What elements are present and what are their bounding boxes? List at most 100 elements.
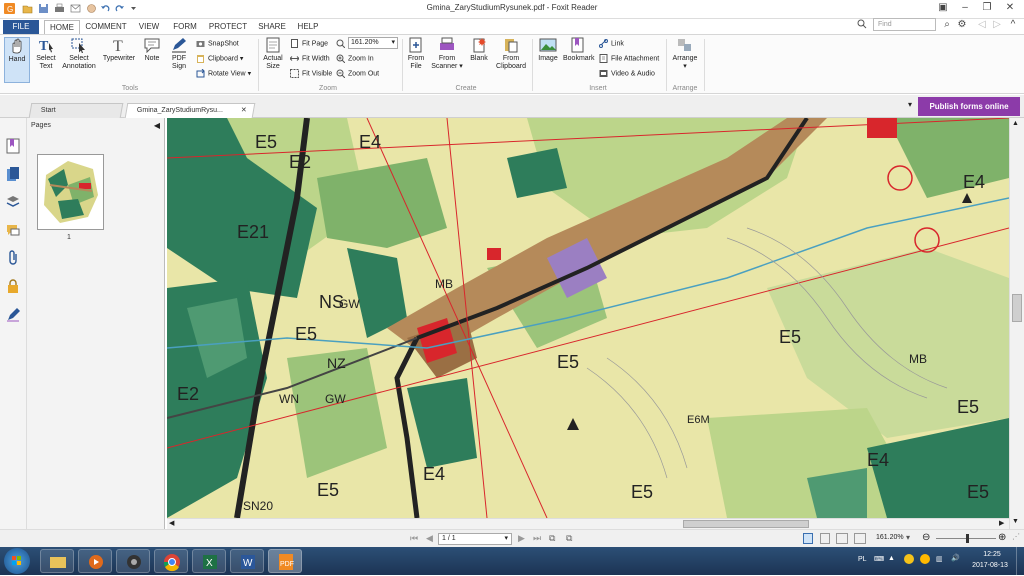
media-player-taskbar-icon[interactable] [78, 549, 112, 573]
keyboard-icon[interactable]: ⌨ [874, 555, 884, 563]
from-scanner-button[interactable]: From Scanner ▾ [430, 37, 464, 71]
word-taskbar-icon[interactable]: W [230, 549, 264, 573]
fit-width-button[interactable]: Fit Width [289, 54, 330, 63]
image-button[interactable]: Image [535, 37, 561, 63]
tray-app-icon[interactable] [920, 554, 930, 564]
from-clipboard-button[interactable]: From Clipboard [494, 37, 528, 71]
zoom-slider-thumb[interactable] [966, 534, 969, 543]
network-icon[interactable]: ▥ [936, 555, 943, 563]
close-button[interactable]: ✕ [1003, 2, 1017, 15]
tab-home[interactable]: HOME [44, 20, 80, 34]
facing-view-icon[interactable] [836, 533, 848, 544]
pdf-sign-button[interactable]: PDF Sign [166, 37, 192, 71]
actual-size-button[interactable]: Actual Size [261, 37, 285, 71]
close-tab-icon[interactable]: ✕ [241, 104, 247, 118]
collapse-panel-icon[interactable]: ◀ [154, 121, 160, 130]
horizontal-scrollbar[interactable]: ◀ ▶ [167, 518, 1009, 529]
publish-forms-button[interactable]: Publish forms online [918, 97, 1020, 116]
from-file-button[interactable]: From File [404, 37, 428, 71]
start-button[interactable] [4, 548, 30, 574]
tab-document[interactable]: Gmina_ZaryStudiumRysu... ✕ [124, 103, 256, 118]
zoom-out-circle-icon[interactable]: ⊖ [922, 532, 930, 543]
scroll-down-icon[interactable]: ▼ [1012, 518, 1019, 525]
zoom-in-circle-icon[interactable]: ⊕ [998, 532, 1006, 543]
note-button[interactable]: Note [140, 37, 164, 63]
explorer-taskbar-icon[interactable] [40, 549, 74, 573]
vertical-scroll-thumb[interactable] [1012, 294, 1022, 322]
continuous-view-icon[interactable] [820, 533, 830, 544]
minimize-button[interactable]: – [958, 2, 972, 15]
last-page-icon[interactable]: ⏭ [533, 533, 541, 544]
signature-panel-icon[interactable] [6, 306, 20, 322]
forward-icon[interactable]: ▷ [990, 19, 1004, 32]
tab-help[interactable]: HELP [293, 20, 323, 34]
zoom-out-button[interactable]: Zoom Out [336, 69, 379, 79]
chrome-taskbar-icon[interactable] [154, 549, 188, 573]
typewriter-button[interactable]: T Typewriter [100, 37, 138, 63]
clipboard-button[interactable]: Clipboard ▾ [196, 54, 243, 63]
tab-file[interactable]: FILE [3, 20, 39, 34]
file-attachment-button[interactable]: File Attachment [599, 54, 659, 63]
bookmark-button[interactable]: Bookmark [563, 37, 595, 63]
document-view[interactable]: E5 E2 E4 E21 MB NS GW E5 E2 NZ WN GW E5 … [167, 118, 1009, 518]
next-view-icon[interactable]: ⧉ [566, 533, 572, 544]
snapshot-button[interactable]: SnapShot [196, 39, 239, 48]
previous-view-icon[interactable]: ⧉ [549, 533, 555, 544]
previous-page-icon[interactable]: ◀ [426, 533, 433, 544]
clock-time[interactable]: 12:25 [977, 551, 1007, 558]
scroll-up-icon[interactable]: ▲ [1012, 120, 1019, 127]
fit-page-button[interactable]: Fit Page [290, 39, 328, 48]
layers-panel-icon[interactable] [6, 194, 20, 210]
link-button[interactable]: Link [599, 39, 624, 48]
zoom-combo[interactable]: 161.20% ▾ [348, 37, 398, 49]
show-desktop-button[interactable] [1016, 547, 1024, 575]
app-taskbar-icon[interactable] [116, 549, 150, 573]
scroll-left-icon[interactable]: ◀ [169, 519, 174, 527]
video-audio-button[interactable]: Video & Audio [599, 69, 655, 78]
clock-date[interactable]: 2017-08-13 [966, 562, 1014, 569]
select-annotation-button[interactable]: Select Annotation [60, 37, 98, 71]
attachments-panel-icon[interactable] [6, 250, 20, 266]
comments-panel-icon[interactable] [6, 222, 20, 238]
rotate-view-button[interactable]: Rotate View ▾ [196, 68, 251, 78]
arrange-button[interactable]: Arrange ▾ [669, 37, 701, 71]
back-icon[interactable]: ◁ [975, 19, 989, 32]
show-hidden-icons-icon[interactable]: ▲ [888, 555, 895, 562]
next-page-icon[interactable]: ▶ [518, 533, 525, 544]
vertical-scrollbar[interactable]: ▲ ▼ [1009, 118, 1024, 529]
single-page-view-icon[interactable] [803, 533, 813, 544]
find-options-icon[interactable]: ⌕ [940, 19, 954, 32]
find-input[interactable]: Find [873, 18, 936, 31]
horizontal-scroll-thumb[interactable] [683, 520, 809, 528]
volume-icon[interactable]: 🔊 [951, 554, 960, 562]
tab-start[interactable]: Start [28, 103, 124, 118]
excel-taskbar-icon[interactable]: X [192, 549, 226, 573]
zoom-dropdown-icon[interactable]: ▾ [906, 533, 910, 542]
pages-panel-icon[interactable] [6, 166, 20, 182]
zoom-in-button[interactable]: Zoom In [336, 54, 374, 64]
foxit-taskbar-icon[interactable]: PDF [268, 549, 302, 573]
tab-share[interactable]: SHARE [255, 20, 289, 34]
tray-app-icon[interactable] [904, 554, 914, 564]
tab-comment[interactable]: COMMENT [84, 20, 128, 34]
blank-button[interactable]: Blank [466, 37, 492, 63]
settings-icon[interactable]: ⚙ [955, 19, 969, 32]
tab-list-dropdown-icon[interactable]: ▾ [908, 100, 912, 109]
bookmarks-panel-icon[interactable] [6, 138, 20, 154]
page-number-input[interactable]: 1 / 1 ▾ [438, 533, 512, 545]
hand-button[interactable]: Hand [4, 37, 30, 83]
tab-form[interactable]: FORM [169, 20, 201, 34]
language-indicator[interactable]: PL [858, 556, 867, 563]
page-thumbnail[interactable] [37, 154, 104, 230]
tab-view[interactable]: VIEW [133, 20, 165, 34]
fit-visible-button[interactable]: Fit Visible [290, 69, 332, 78]
continuous-facing-view-icon[interactable] [854, 533, 866, 544]
restore-button[interactable]: ❐ [980, 2, 994, 15]
select-text-button[interactable]: T Select Text [32, 37, 60, 71]
security-lock-icon[interactable] [6, 278, 20, 294]
fullscreen-icon[interactable]: ▣ [936, 2, 950, 15]
tab-protect[interactable]: PROTECT [205, 20, 251, 34]
ribbon-collapse-icon[interactable]: ^ [1006, 19, 1020, 32]
first-page-icon[interactable]: ⏮ [410, 533, 418, 544]
scroll-right-icon[interactable]: ▶ [999, 519, 1004, 527]
